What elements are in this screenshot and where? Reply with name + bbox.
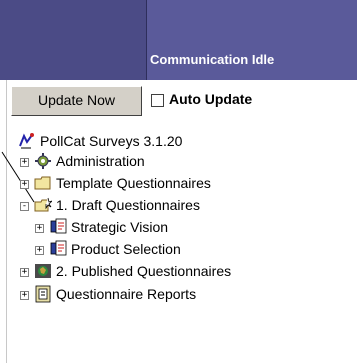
tree-item-label: Product Selection: [71, 241, 181, 257]
questionnaire-icon: [50, 240, 67, 256]
auto-update-checkbox[interactable]: [151, 94, 164, 107]
auto-update-label: Auto Update: [169, 91, 253, 107]
update-now-button[interactable]: Update Now: [11, 86, 142, 116]
tree-item-label: Administration: [56, 153, 145, 169]
expand-toggle[interactable]: +: [20, 291, 29, 300]
communication-status: Communication Idle: [150, 52, 275, 67]
draft-folder-icon: [34, 197, 52, 212]
expand-toggle[interactable]: +: [20, 268, 29, 277]
expand-toggle[interactable]: +: [20, 158, 29, 167]
questionnaire-icon: [50, 218, 67, 234]
expand-toggle[interactable]: +: [35, 246, 44, 255]
published-globe-icon: [35, 264, 51, 278]
tree-item-label: 1. Draft Questionnaires: [56, 197, 200, 213]
header-left-cell: [0, 0, 147, 80]
expand-toggle[interactable]: +: [20, 180, 29, 189]
pollcat-window: Communication Idle Update Now Auto Updat…: [0, 0, 357, 363]
header-status-cell: [147, 0, 357, 80]
expand-toggle[interactable]: +: [35, 224, 44, 233]
folder-icon: [34, 176, 51, 190]
admin-gear-icon: [35, 153, 51, 169]
pollcat-icon: [19, 133, 34, 149]
tree-item-label: Template Questionnaires: [56, 175, 211, 191]
tree-item-label: Strategic Vision: [71, 219, 169, 235]
reports-icon: [35, 285, 51, 303]
tree-root-label: PollCat Surveys 3.1.20: [40, 133, 183, 149]
panel-left-rule: [6, 80, 7, 363]
collapse-toggle[interactable]: -: [20, 202, 29, 211]
tree-item-label: Questionnaire Reports: [56, 286, 197, 302]
tree-item-label: 2. Published Questionnaires: [56, 263, 232, 279]
